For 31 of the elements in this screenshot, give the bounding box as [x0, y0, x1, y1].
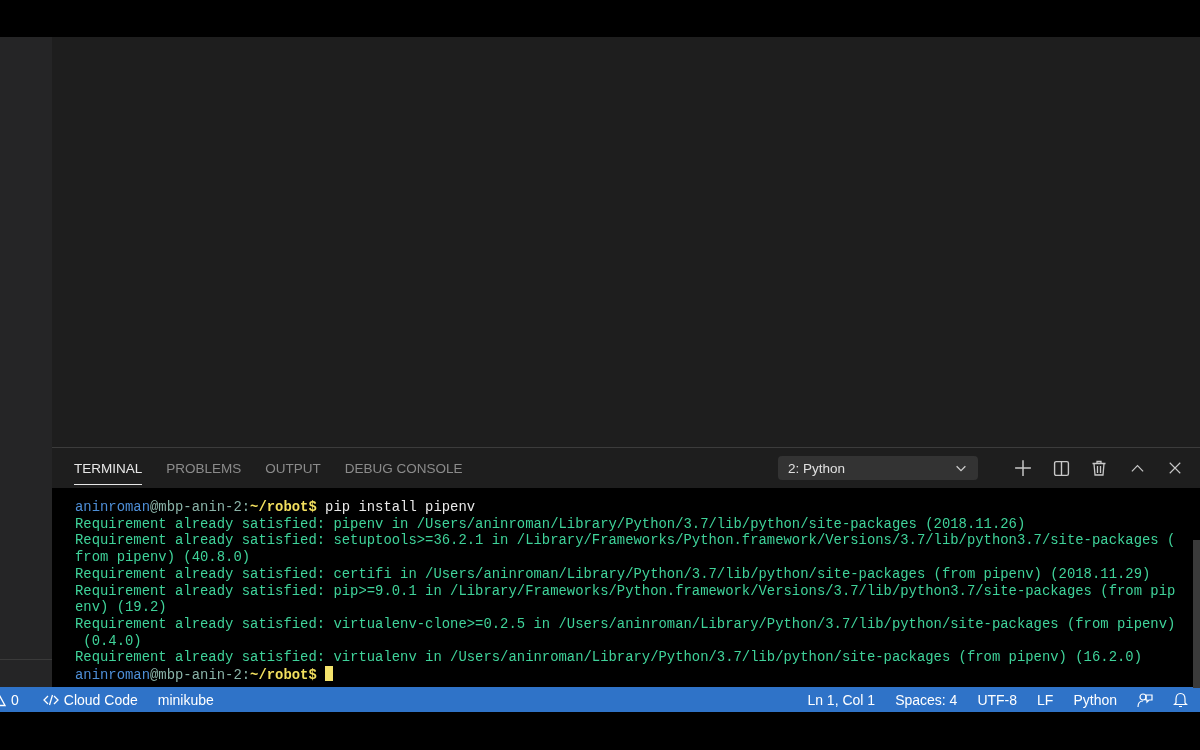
status-item[interactable]: Ln 1, Col 1 [807, 691, 876, 708]
terminal-line: Requirement already satisfied: virtualenv in /Users/aninroman/Library/Python/3.7/lib/python/site-packages (from pipenv) (16.2.0) [75, 649, 1143, 667]
plus-icon[interactable] [1014, 459, 1032, 477]
terminal-line: Requirement already satisfied: certifi in /Users/aninroman/Library/Python/3.7/lib/python/site-packages (from pipenv) (2018.11.29) [75, 565, 1152, 583]
close-icon[interactable] [1168, 461, 1182, 475]
panel-tab[interactable]: PROBLEMS [166, 451, 242, 485]
code-icon[interactable] [42, 693, 59, 706]
terminal-line: Requirement already satisfied: pip>=9.0.1 in /Library/Frameworks/Python.framework/Versions/3.7/lib/python3.7/site-packages (from pip [75, 582, 1177, 600]
terminal-line: Requirement already satisfied: setuptools>=36.2.1 in /Library/Frameworks/Python.framework/Versions/3.7/lib/python3.7/site-packages ( [75, 532, 1177, 550]
terminal-line: from pipenv) (40.8.0) [75, 549, 252, 566]
status-item[interactable]: minikube [157, 691, 214, 708]
terminal-line: (0.4.0) [82, 632, 143, 650]
status-item[interactable]: Cloud Code [63, 691, 138, 708]
trash-icon[interactable] [1091, 460, 1107, 476]
bell-icon[interactable] [1173, 691, 1188, 708]
panel-tab[interactable]: DEBUG CONSOLE [344, 451, 463, 485]
terminal-dropdown[interactable]: 2: Python [778, 456, 978, 480]
status-item[interactable]: UTF-8 [977, 691, 1018, 708]
scrollbar[interactable] [1193, 540, 1200, 688]
status-item[interactable]: LF [1037, 691, 1054, 708]
status-item[interactable]: Python [1073, 691, 1117, 708]
split-icon[interactable] [1052, 459, 1070, 477]
terminal-line: aninroman@mbp-anin-2:~/robot$ pip install pipenv [75, 499, 477, 516]
status-item[interactable]: Spaces: 4 [895, 691, 958, 708]
panel-tab[interactable]: TERMINAL [74, 451, 143, 485]
terminal-line: Requirement already satisfied: virtualenv-clone>=0.2.5 in /Users/aninroman/Library/Python/3.7/lib/python/site-packages (from pipenv) [75, 615, 1177, 633]
warning-count[interactable]: 0 [11, 691, 19, 708]
panel-tab[interactable]: OUTPUT [265, 451, 321, 485]
feedback-icon[interactable] [1137, 691, 1153, 708]
terminal-line: env) (19.2) [75, 599, 168, 616]
terminal-line: Requirement already satisfied: pipenv in /Users/aninroman/Library/Python/3.7/lib/python/site-packages (2018.11.26) [75, 515, 1027, 533]
